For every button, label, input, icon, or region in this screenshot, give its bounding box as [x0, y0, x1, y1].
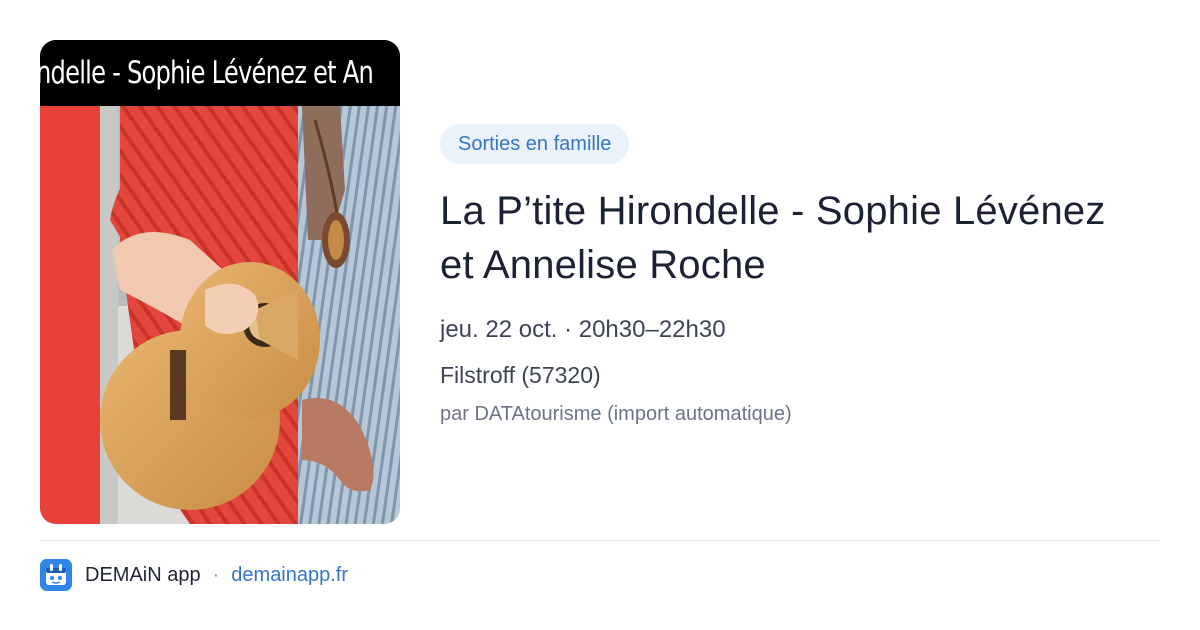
- event-datetime: jeu. 22 oct. · 20h30–22h30: [440, 316, 726, 343]
- footer-separator: ·: [212, 563, 220, 586]
- category-badge[interactable]: Sorties en famille: [440, 124, 630, 164]
- footer: DEMAiN app · demainapp.fr: [40, 559, 348, 591]
- footer-divider: [40, 540, 1160, 541]
- app-name: DEMAiN app: [85, 563, 201, 586]
- app-link[interactable]: demainapp.fr: [231, 564, 348, 587]
- event-photo: [40, 40, 400, 524]
- event-info: Sorties en famille La P’tite Hirondelle …: [440, 124, 1140, 429]
- event-image[interactable]: ndelle - Sophie Lévénez et An: [40, 40, 400, 524]
- image-banner: ndelle - Sophie Lévénez et An: [40, 40, 400, 106]
- demain-logo-icon: [40, 559, 72, 591]
- event-source: par DATAtourisme (import automatique): [440, 403, 792, 425]
- share-card: ndelle - Sophie Lévénez et An Sorties en…: [0, 0, 1200, 630]
- event-title[interactable]: La P’tite Hirondelle - Sophie Lévénez et…: [440, 184, 1140, 292]
- image-banner-text: ndelle - Sophie Lévénez et An: [40, 55, 374, 91]
- event-location: Filstroff (57320): [440, 362, 601, 388]
